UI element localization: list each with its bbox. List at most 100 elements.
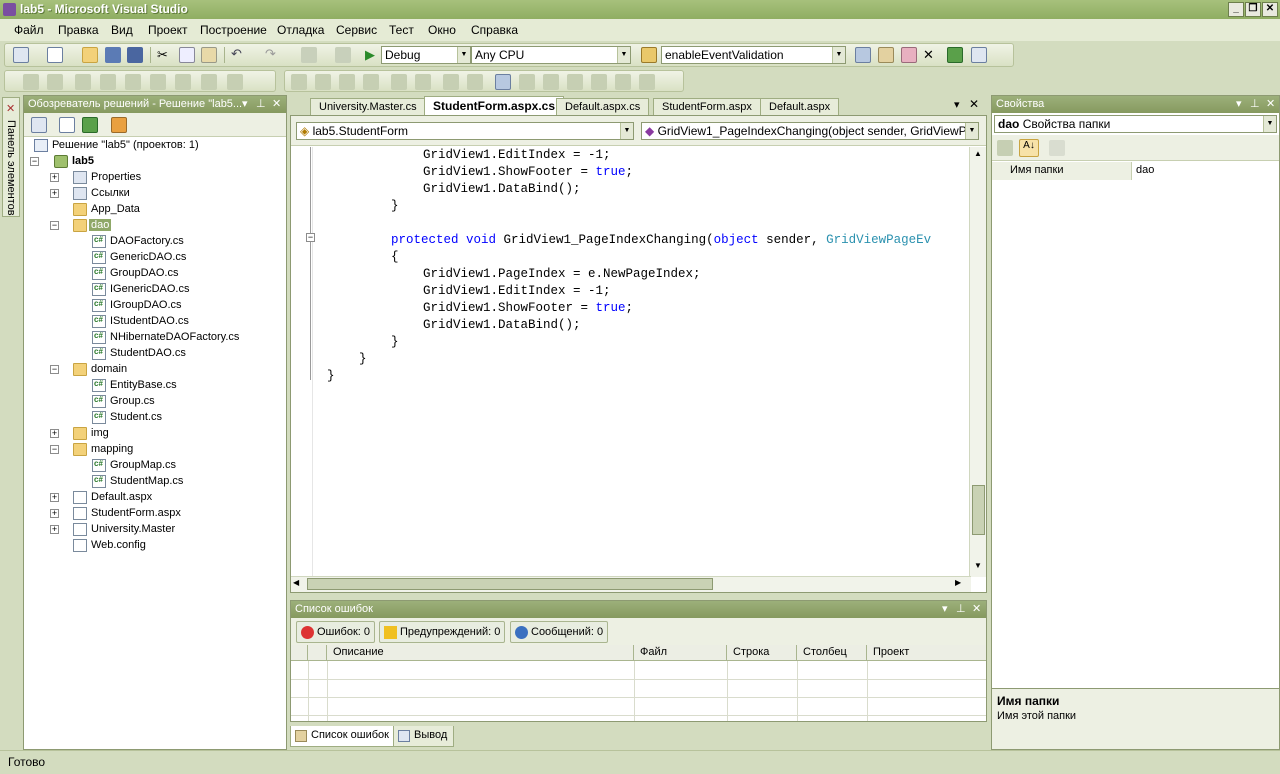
column-header-line[interactable]: Строка — [727, 645, 797, 661]
find-combo[interactable]: enableEventValidation ▼ — [661, 46, 846, 64]
properties-icon[interactable] — [31, 117, 47, 133]
scroll-up-icon[interactable]: ▲ — [972, 149, 984, 161]
tree-item-entitybase[interactable]: EntityBase.cs — [92, 378, 282, 394]
navigate-forward-icon[interactable] — [335, 47, 351, 63]
column-header-file[interactable]: Файл — [634, 645, 727, 661]
find-in-files-icon[interactable] — [641, 47, 657, 63]
menu-view[interactable]: Вид — [111, 23, 133, 37]
tree-item-istudentdao[interactable]: IStudentDAO.cs — [92, 314, 282, 330]
tree-item-nhibernatedaofactory[interactable]: NHibernateDAOFactory.cs — [92, 330, 282, 346]
redo-icon[interactable]: ↷ — [265, 46, 281, 62]
scrollbar-thumb[interactable] — [972, 485, 985, 535]
tree-item-studentmap[interactable]: StudentMap.cs — [92, 474, 282, 490]
menu-tools[interactable]: Сервис — [336, 23, 377, 37]
pin-icon[interactable]: ⊥ — [1250, 97, 1260, 110]
align-centers-icon[interactable] — [75, 74, 91, 90]
column-header-column[interactable]: Столбец — [797, 645, 867, 661]
alphabetical-icon[interactable]: A↓ — [1019, 139, 1039, 157]
tree-item-groupmap[interactable]: GroupMap.cs — [92, 458, 282, 474]
close-button[interactable]: ✕ — [1262, 2, 1278, 17]
tab-university-master-cs[interactable]: University.Master.cs — [310, 98, 426, 115]
make-same-width-icon[interactable] — [201, 74, 217, 90]
navigate-back-icon[interactable] — [301, 47, 317, 63]
menu-file[interactable]: Файл — [14, 23, 44, 37]
comment-icon[interactable] — [443, 74, 459, 90]
solution-platform-combo[interactable]: Any CPU ▼ — [471, 46, 631, 64]
tree-item-default-aspx[interactable]: Default.aspx — [73, 490, 273, 506]
menu-edit[interactable]: Правка — [58, 23, 99, 37]
tree-item-dao[interactable]: dao — [73, 218, 273, 234]
save-all-icon[interactable] — [127, 47, 143, 63]
tree-item-studentform-aspx[interactable]: StudentForm.aspx — [73, 506, 273, 522]
menu-help[interactable]: Справка — [471, 23, 518, 37]
tree-item-mapping[interactable]: mapping — [73, 442, 273, 458]
tab-default-aspx[interactable]: Default.aspx — [760, 98, 840, 115]
toolbox-tab[interactable]: ✕ Панель элементов — [2, 97, 20, 217]
uncomment-icon[interactable] — [467, 74, 483, 90]
solution-configuration-combo[interactable]: Debug ▼ — [381, 46, 471, 64]
dropdown-icon[interactable]: ▾ — [942, 602, 948, 615]
tree-item-references[interactable]: Ссылки — [73, 186, 273, 202]
active-files-icon[interactable]: ▾ — [954, 98, 960, 111]
close-icon[interactable]: ✕ — [972, 602, 981, 615]
paste-icon[interactable] — [201, 47, 217, 63]
format-icon[interactable] — [363, 74, 379, 90]
start-debugging-icon[interactable]: ▶ — [365, 47, 381, 63]
restore-button[interactable]: ❐ — [1245, 2, 1261, 17]
new-project-icon[interactable] — [13, 47, 29, 63]
bookmark-prev-icon[interactable] — [519, 74, 535, 90]
categorized-icon[interactable] — [997, 140, 1013, 156]
tab-studentform-aspx-cs[interactable]: StudentForm.aspx.cs — [424, 96, 565, 115]
tree-item-studentdao[interactable]: StudentDAO.cs — [92, 346, 282, 362]
bookmark-icon[interactable] — [495, 74, 511, 90]
properties-window-icon[interactable] — [878, 47, 894, 63]
class-combo[interactable]: ◈ lab5.StudentForm ▼ — [296, 122, 634, 140]
property-value[interactable]: dao — [1132, 162, 1279, 180]
tree-item-domain[interactable]: domain — [73, 362, 273, 378]
messages-filter-button[interactable]: Сообщений: 0 — [510, 621, 609, 643]
format-icon[interactable] — [315, 74, 331, 90]
menu-project[interactable]: Проект — [148, 23, 188, 37]
tree-item-genericdao[interactable]: GenericDAO.cs — [92, 250, 282, 266]
align-tops-icon[interactable] — [125, 74, 141, 90]
close-icon[interactable]: ✕ — [1266, 97, 1275, 110]
tree-item-web-config[interactable]: Web.config — [73, 538, 273, 554]
view-class-diagram-icon[interactable] — [111, 117, 127, 133]
column-header-description[interactable]: Описание — [327, 645, 634, 661]
collapse-icon[interactable]: − — [50, 365, 59, 374]
align-rights-icon[interactable] — [100, 74, 116, 90]
menu-debug[interactable]: Отладка — [277, 23, 324, 37]
command-window-icon[interactable] — [971, 47, 987, 63]
column-header-project[interactable]: Проект — [867, 645, 986, 661]
undo-icon[interactable]: ↶ — [231, 46, 247, 62]
refresh-icon[interactable] — [82, 117, 98, 133]
pin-icon[interactable]: ⊥ — [956, 602, 966, 615]
tree-item-app-data[interactable]: App_Data — [73, 202, 273, 218]
tree-item-daofactory[interactable]: DAOFactory.cs — [92, 234, 282, 250]
tree-item-groupdao[interactable]: GroupDAO.cs — [92, 266, 282, 282]
minimize-button[interactable]: _ — [1228, 2, 1244, 17]
format-icon[interactable] — [291, 74, 307, 90]
collapse-icon[interactable]: − — [50, 445, 59, 454]
menu-window[interactable]: Окно — [428, 23, 456, 37]
bookmark-next-icon[interactable] — [543, 74, 559, 90]
toolbox-icon[interactable]: ✕ — [923, 47, 939, 63]
member-combo[interactable]: ◆ GridView1_PageIndexChanging(object sen… — [641, 122, 979, 140]
tree-item-img[interactable]: img — [73, 426, 273, 442]
dropdown-icon[interactable]: ▾ — [242, 97, 248, 110]
scroll-down-icon[interactable]: ▼ — [972, 561, 984, 573]
format-icon[interactable] — [339, 74, 355, 90]
property-pages-icon[interactable] — [1049, 140, 1065, 156]
tree-item-group[interactable]: Group.cs — [92, 394, 282, 410]
clear-bookmarks-icon[interactable] — [639, 74, 655, 90]
tree-item-igroupdao[interactable]: IGroupDAO.cs — [92, 298, 282, 314]
tree-item-solution[interactable]: Решение "lab5" (проектов: 1) — [34, 138, 274, 154]
collapse-icon[interactable]: − — [30, 157, 39, 166]
warnings-filter-button[interactable]: Предупреждений: 0 — [379, 621, 506, 643]
dropdown-icon[interactable]: ▾ — [1236, 97, 1242, 110]
scrollbar-thumb[interactable] — [307, 578, 713, 590]
column-header-index[interactable] — [308, 645, 327, 661]
tab-output[interactable]: Вывод — [393, 726, 455, 747]
tree-item-properties[interactable]: Properties — [73, 170, 273, 186]
expand-icon[interactable]: + — [50, 189, 59, 198]
